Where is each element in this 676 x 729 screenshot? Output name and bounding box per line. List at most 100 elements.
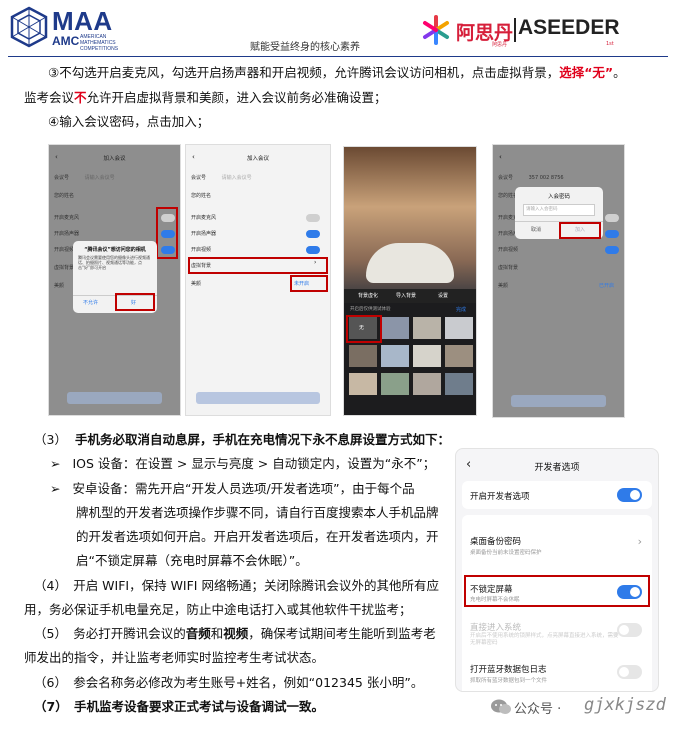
phone-screenshot-4: ‹ 会议号 357 002 8756 您的姓名 开启麦克风 开启扬声器 开启视频… (492, 144, 625, 418)
amc-logo-text: AMC (52, 34, 80, 48)
developer-options-title: 开发者选项 (534, 463, 580, 473)
phone2-title: 加入会议 (246, 156, 269, 162)
video-toggle[interactable] (306, 246, 320, 254)
section3-heading: （3） 手机务必取消自动息屏，手机在充电情况下永不息屏设置方式如下： (34, 432, 450, 448)
placeholder: 请输入会议号 (84, 175, 115, 181)
backup-password-sub: 桌面备份当前未设置密码保护 (470, 550, 542, 556)
section4-line1: （4） 开启 WIFI，保持 WIFI 网络畅通；关闭除腾讯会议外的其他所有应 (34, 578, 439, 593)
join-highlight-box (559, 222, 601, 239)
mic-toggle[interactable] (605, 214, 619, 222)
android-text-line2: 牌机型的开发者选项操作步骤不同，请自行百度搜索本人手机品牌 (76, 505, 439, 520)
vbg-toolbar: 背景虚化 导入背景 设置 (344, 289, 476, 303)
maa-logo-icon (10, 6, 48, 48)
video-toggle[interactable] (605, 246, 619, 254)
placeholder: 请输入会议号 (221, 175, 252, 181)
bg-option[interactable] (349, 373, 377, 395)
mic-toggle[interactable] (306, 214, 320, 222)
aseeder-logo-icon (423, 15, 449, 45)
select-none-emphasis: 选择“无” (559, 65, 614, 80)
section5-line1: （5） 务必打开腾讯会议的音频和视频，确保考试期间考生能听到监考老 (34, 626, 436, 642)
back-icon: ‹ (499, 153, 502, 161)
android-text-line4: 启“不锁定屏幕（充电时屏幕不会休眠）”。 (76, 553, 308, 568)
step3-period: 。 (613, 65, 626, 80)
section5-text: （5） 务必打开腾讯会议的 (34, 626, 186, 641)
phone1-row-name: 您的姓名 (54, 193, 75, 199)
dialog-title: “腾讯会议”想访问您的相机 (84, 247, 146, 253)
tab-import[interactable]: 导入背景 (396, 292, 416, 299)
watermark-label: 公众号 · (514, 702, 562, 717)
bg-option[interactable] (381, 345, 409, 367)
join-button[interactable] (67, 392, 162, 404)
phone4-row-vbg: 虚拟背景 (498, 265, 519, 271)
step3-text3: 允许开启虚拟背景和美颜，进入会议前务必准确设置； (86, 90, 387, 105)
bullet-icon: ➢ (50, 456, 61, 471)
section5-line2: 师发出的指令，并让监考老师实时监控考生考试状态。 (24, 650, 325, 665)
amc-subtitle: AMERICAN MATHEMATICS COMPETITIONS (80, 34, 119, 52)
section4-line2: 用，务必保证手机电量充足，防止中途电话打入或其他软件干扰监考； (24, 602, 412, 617)
bg-option[interactable] (349, 345, 377, 367)
brand-name-en: ASEEDER (518, 16, 620, 39)
phone1-title: 加入会议 (103, 156, 126, 162)
bt-log-toggle[interactable] (617, 665, 642, 679)
tab-settings[interactable]: 设置 (438, 292, 448, 299)
password-dialog-title: 入会密码 (547, 194, 570, 200)
direct-boot-label: 直接进入系统 (470, 623, 522, 633)
none-highlight-box (346, 315, 382, 343)
speaker-toggle[interactable] (605, 230, 619, 238)
phone2-row-name: 您的姓名 (191, 193, 212, 199)
brand-en-small: 1st (606, 41, 614, 47)
bullet-icon: ➢ (50, 481, 61, 496)
meeting-id-value: 357 002 8756 (528, 175, 564, 181)
page-header: MAA AMC AMERICAN MATHEMATICS COMPETITION… (0, 0, 676, 56)
dev-options-card: 开启开发者选项 (462, 481, 652, 509)
chevron-right-icon: › (637, 535, 642, 548)
android-item: ➢ 安卓设备：需先开启“开发人员选项/开发者选项”，由于每个品 (50, 481, 415, 497)
section3-number: （3） (34, 432, 67, 447)
bg-option[interactable] (445, 345, 473, 367)
cancel-button[interactable]: 取消 (531, 226, 541, 233)
speaker-toggle[interactable] (306, 230, 320, 238)
step3-line2: 监考会议不允许开启虚拟背景和美颜，进入会议前务必准确设置； (24, 90, 387, 106)
backup-password-label[interactable]: 桌面备份密码 (470, 535, 521, 547)
maa-logo-text: MAA (52, 6, 113, 36)
toggle-highlight-box (156, 207, 178, 259)
bg-option[interactable] (413, 345, 441, 367)
label: 会议号 (498, 175, 514, 181)
done-button[interactable]: 完成 (456, 306, 466, 313)
step3-text2: 监考会议 (24, 90, 75, 105)
video-emphasis: 视频 (223, 626, 249, 641)
wechat-icon (491, 699, 511, 714)
bt-log-sub: 抓取所有蓝牙数据包到一个文件 (470, 678, 548, 684)
deny-button[interactable]: 不允许 (83, 299, 98, 306)
ios-text: IOS 设备：在设置 > 显示与亮度 > 自动锁定内，设置为“永不”； (72, 456, 436, 471)
phone2-row-meeting-id: 会议号 请输入会议号 (186, 171, 330, 185)
section7-line: （7） 手机监考设备要求正式考试与设备调试一致。 (34, 699, 324, 714)
bg-option[interactable] (413, 317, 441, 339)
brand-cn-small: 阿思丹 (492, 42, 508, 48)
password-input[interactable]: 请输入入会密码 (523, 204, 595, 216)
bg-option[interactable] (381, 317, 409, 339)
android-text-line3: 的开发者选项如何开启。开启开发者选项后，在开发者选项内，开 (76, 529, 439, 544)
dialog-body: 腾讯会议需要使用您的摄像头进行视频通话、拍摄照片、视频通话等功能，点击“好”即可… (78, 255, 150, 270)
phone-screenshot-3: 背景虚化 导入背景 设置 开启后仅供测试体验 完成 无 (343, 146, 477, 416)
step3-text: ③不勾选开启麦克风，勾选开启扬声器和开启视频，允许腾讯会议访问相机，点击虚拟背景… (48, 65, 560, 80)
enable-dev-options-label: 开启开发者选项 (470, 492, 530, 502)
bg-option[interactable] (445, 317, 473, 339)
header-divider (8, 56, 668, 57)
not-emphasis: 不 (74, 90, 87, 105)
bg-option[interactable] (381, 373, 409, 395)
bg-option[interactable] (413, 373, 441, 395)
section5-text2: ，确保考试期间考生能听到监考老 (248, 626, 436, 641)
tab-blur[interactable]: 背景虚化 (358, 292, 378, 299)
allow-highlight-box (115, 293, 155, 311)
bg-option[interactable] (445, 373, 473, 395)
direct-boot-toggle[interactable] (617, 623, 642, 637)
phone-screenshot-1: ‹ 加入会议 会议号 请输入会议号 您的姓名 开启麦克风 开启扬声器 开启视频 … (48, 144, 181, 416)
join-button[interactable] (511, 395, 606, 407)
audio-emphasis: 音频 (185, 626, 211, 641)
enable-dev-options-toggle[interactable] (617, 488, 642, 502)
preview-cap-shape (366, 243, 454, 283)
join-button[interactable] (196, 392, 320, 404)
phone-screenshot-2: ‹ 加入会议 会议号 请输入会议号 您的姓名 开启麦克风 开启扬声器 开启视频 … (185, 144, 331, 416)
section6-line: （6） 参会名称务必修改为考生账号+姓名，例如“012345 张小明”。 (34, 675, 424, 690)
